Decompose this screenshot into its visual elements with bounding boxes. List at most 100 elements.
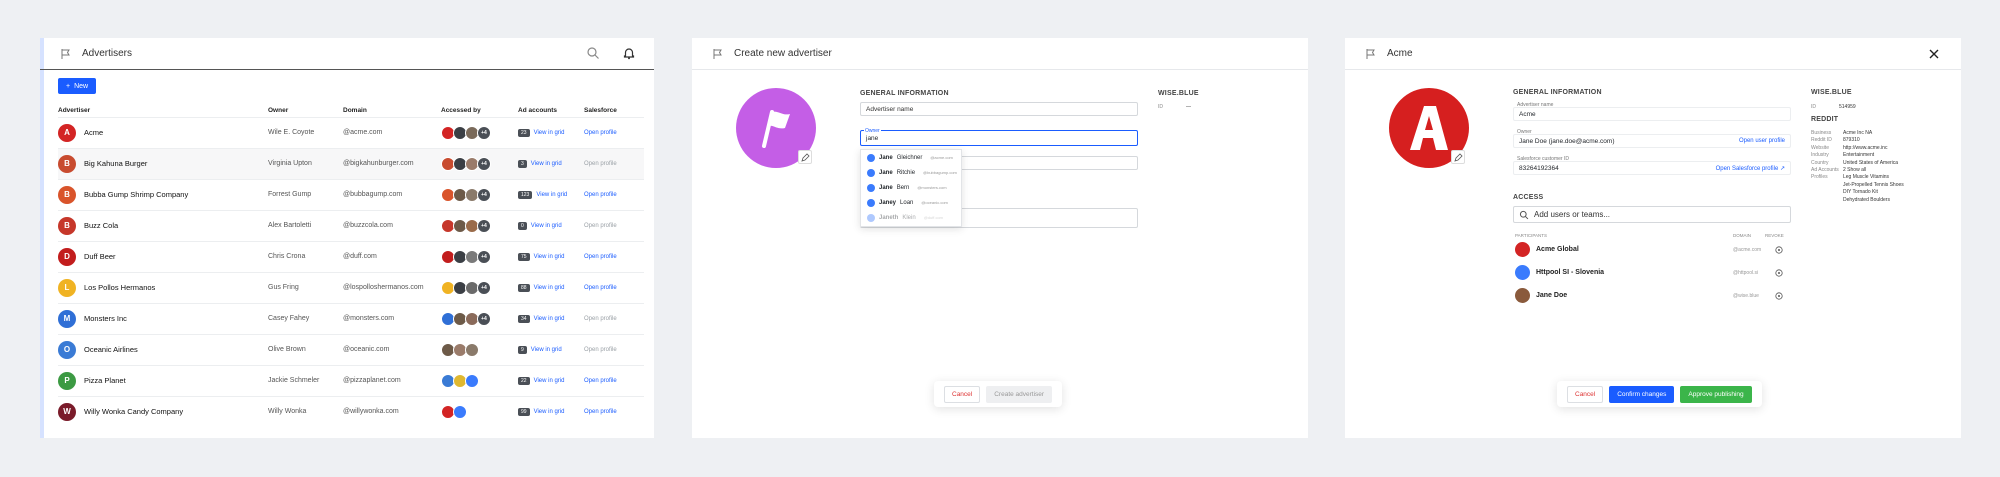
owner-suggestion-item[interactable]: Jane Gleichner @acme.com — [861, 150, 961, 165]
table-row[interactable]: W Willy Wonka Candy Company Willy Wonka … — [58, 395, 644, 427]
close-icon[interactable] — [1927, 47, 1941, 61]
advertisers-panel: Advertisers + New Advertiser Owner Domain A… — [40, 38, 654, 438]
owner-suggestion-item[interactable]: Janey Loan @oceanic.com — [861, 195, 961, 210]
owner-cell: Forrest Gump — [268, 178, 343, 210]
view-in-grid-link[interactable]: View in grid — [534, 130, 565, 136]
accessed-by-avatars: +4 — [441, 280, 518, 295]
approve-publishing-button[interactable]: Approve publishing — [1680, 385, 1752, 403]
search-icon[interactable] — [586, 46, 600, 60]
cancel-button[interactable]: Cancel — [944, 385, 981, 403]
page-title: Create new advertiser — [734, 48, 832, 59]
bell-icon[interactable] — [622, 46, 636, 60]
view-in-grid-link[interactable]: View in grid — [534, 378, 565, 384]
more-avatars-badge[interactable]: +4 — [477, 187, 491, 202]
view-in-grid-link[interactable]: View in grid — [531, 161, 562, 167]
confirm-changes-button[interactable]: Confirm changes — [1609, 385, 1675, 403]
owner-field[interactable]: jane — [860, 130, 1138, 146]
table-row[interactable]: P Pizza Planet Jackie Schmeler @pizzapla… — [58, 364, 644, 396]
owner-suggestion-item[interactable]: Jane Bern @monsters.com — [861, 180, 961, 195]
participant-name: Httpool SI - Slovenia — [1536, 269, 1605, 276]
new-advertiser-button[interactable]: + New — [58, 78, 97, 94]
open-profile-link[interactable]: Open profile — [584, 130, 617, 136]
advertiser-logo: O — [58, 340, 76, 359]
table-row[interactable]: A Acme Wile E. Coyote @acme.com +4 23 Vie… — [58, 116, 644, 148]
advertiser-name-cell: L Los Pollos Hermanos — [58, 278, 268, 297]
open-profile-link[interactable]: Open profile — [584, 409, 617, 415]
advertiser-name-cell: D Duff Beer — [58, 247, 268, 266]
more-avatars-badge[interactable]: +4 — [477, 156, 491, 171]
more-avatars-badge[interactable]: +4 — [477, 218, 491, 233]
domain-cell: @duff.com — [343, 240, 441, 272]
table-row[interactable]: B Big Kahuna Burger Virginia Upton @bigk… — [58, 147, 644, 179]
more-avatars-badge[interactable]: +4 — [477, 280, 491, 295]
edit-logo-button[interactable] — [798, 150, 812, 164]
id-row: ID — — [1158, 104, 1191, 110]
accessed-by-avatars — [441, 342, 518, 357]
owner-suggestion-item[interactable]: Jane Ritchie @bubbagump.com — [861, 165, 961, 180]
section-general-information: GENERAL INFORMATION — [1513, 89, 1602, 96]
table-row[interactable]: L Los Pollos Hermanos Gus Fring @lospoll… — [58, 271, 644, 303]
flag-icon — [762, 110, 790, 148]
table-row[interactable]: B Buzz Cola Alex Bartoletti @buzzcola.co… — [58, 209, 644, 241]
add-users-search[interactable]: Add users or teams... — [1513, 206, 1791, 223]
ad-accounts-count: 9 — [518, 345, 527, 354]
owner-suggestion-item[interactable]: Janeth Klein @duff.com — [861, 210, 961, 225]
open-user-profile-link[interactable]: Open user profile — [1739, 138, 1785, 144]
more-avatars-badge[interactable]: +4 — [477, 249, 491, 264]
owner-cell: Chris Crona — [268, 240, 343, 272]
open-profile-link[interactable]: Open profile — [584, 316, 617, 322]
pencil-icon — [1453, 152, 1463, 162]
view-in-grid-link[interactable]: View in grid — [531, 223, 562, 229]
section-reddit: REDDIT — [1811, 116, 1839, 123]
open-profile-link[interactable]: Open profile — [584, 223, 617, 229]
participant-avatar — [1515, 288, 1530, 303]
domain-cell: @bubbagump.com — [343, 178, 441, 210]
id-row: ID 514959 — [1811, 104, 1856, 110]
external-link-icon: ↗ — [1779, 165, 1785, 172]
flag-icon — [61, 48, 70, 59]
revoke-icon[interactable] — [1775, 291, 1783, 300]
advertiser-name-field[interactable]: Acme — [1513, 107, 1791, 121]
more-avatars-badge[interactable]: +4 — [477, 125, 491, 140]
advertiser-logo: A — [58, 123, 76, 142]
view-in-grid-link[interactable]: View in grid — [534, 316, 565, 322]
advertiser-name-cell: W Willy Wonka Candy Company — [58, 402, 268, 421]
view-in-grid-link[interactable]: View in grid — [534, 254, 565, 260]
page-title: Acme — [1387, 48, 1413, 59]
table-row[interactable]: M Monsters Inc Casey Fahey @monsters.com… — [58, 302, 644, 334]
advertiser-name-field[interactable]: Advertiser name — [860, 102, 1138, 116]
reddit-field-row: Industry Entertainment — [1811, 152, 1875, 159]
ad-accounts-count: 75 — [518, 252, 530, 261]
open-profile-link[interactable]: Open profile — [584, 347, 617, 353]
table-row[interactable]: O Oceanic Airlines Olive Brown @oceanic.… — [58, 333, 644, 365]
open-profile-link[interactable]: Open profile — [584, 378, 617, 384]
owner-suggestions-dropdown: Jane Gleichner @acme.com Jane Ritchie @b… — [860, 149, 962, 227]
view-in-grid-link[interactable]: View in grid — [531, 347, 562, 353]
open-profile-link[interactable]: Open profile — [584, 285, 617, 291]
panel-header: Create new advertiser — [692, 38, 1308, 70]
view-in-grid-link[interactable]: View in grid — [534, 285, 565, 291]
more-avatars-badge[interactable]: +4 — [477, 311, 491, 326]
section-general-information: GENERAL INFORMATION — [860, 90, 949, 97]
table-row[interactable]: B Bubba Gump Shrimp Company Forrest Gump… — [58, 178, 644, 210]
revoke-icon[interactable] — [1775, 268, 1783, 277]
ad-accounts-count: 0 — [518, 221, 527, 230]
advertiser-logo: W — [58, 402, 76, 421]
advertiser-logo: M — [58, 309, 76, 328]
salesforce-id-field[interactable]: 83264192364 Open Salesforce profile ↗ — [1513, 161, 1791, 175]
revoke-icon[interactable] — [1775, 245, 1783, 254]
open-profile-link[interactable]: Open profile — [584, 254, 617, 260]
open-salesforce-profile-link[interactable]: Open Salesforce profile ↗ — [1716, 165, 1785, 172]
edit-logo-button[interactable] — [1451, 150, 1465, 164]
open-profile-link[interactable]: Open profile — [584, 161, 617, 167]
accessed-by-avatars: +4 — [441, 218, 518, 233]
open-profile-link[interactable]: Open profile — [584, 192, 617, 198]
table-row[interactable]: D Duff Beer Chris Crona @duff.com +4 75 V… — [58, 240, 644, 272]
view-in-grid-link[interactable]: View in grid — [536, 192, 567, 198]
owner-field[interactable]: Jane Doe (jane.doe@acme.com) Open user p… — [1513, 134, 1791, 148]
view-in-grid-link[interactable]: View in grid — [534, 409, 565, 415]
create-advertiser-button[interactable]: Create advertiser — [986, 385, 1053, 403]
column-header: Salesforce — [584, 107, 617, 115]
cancel-button[interactable]: Cancel — [1567, 385, 1604, 403]
advertiser-logo: L — [58, 278, 76, 297]
